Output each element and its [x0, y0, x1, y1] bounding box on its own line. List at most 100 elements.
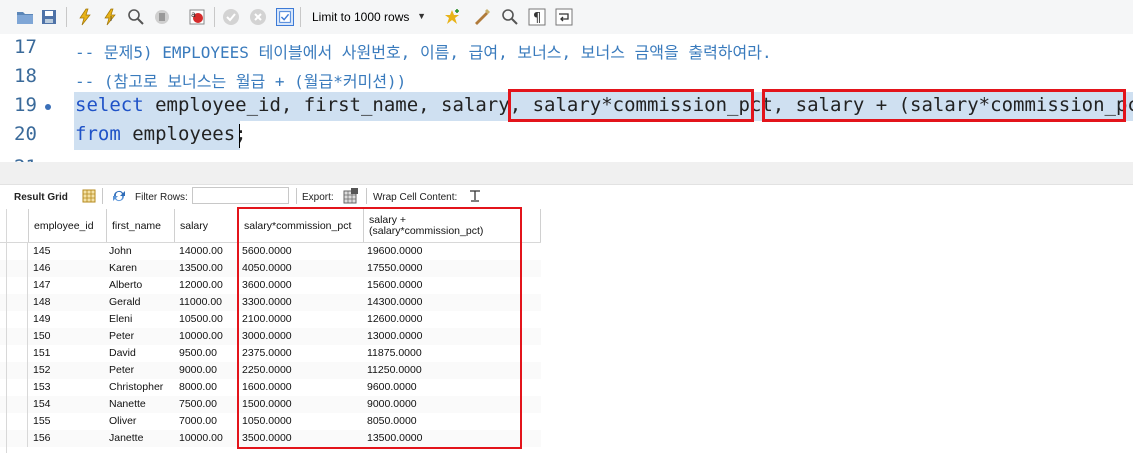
svg-text:¶: ¶	[533, 11, 541, 26]
table-cell[interactable]: 9500.00	[179, 347, 217, 359]
table-cell[interactable]: 145	[33, 245, 51, 257]
filter-rows-input[interactable]	[192, 187, 289, 204]
execute-current-icon[interactable]: I	[101, 8, 119, 26]
open-folder-icon[interactable]	[16, 8, 34, 26]
result-grid-tab[interactable]: Result Grid	[14, 192, 68, 203]
svg-text:I: I	[110, 15, 112, 23]
table-cell[interactable]: 148	[33, 296, 51, 308]
table-cell[interactable]: 14000.00	[179, 245, 223, 257]
limit-rows-label: Limit to 1000 rows	[312, 10, 410, 24]
statement-marker-icon[interactable]	[45, 104, 51, 110]
row-header[interactable]	[6, 413, 28, 430]
row-header[interactable]	[6, 294, 28, 311]
table-cell[interactable]: 155	[33, 415, 51, 427]
table-cell[interactable]: Peter	[109, 330, 134, 342]
column-header[interactable]: salary	[175, 209, 239, 242]
explain-icon[interactable]	[127, 8, 145, 26]
code-comment: -- (참고로 보너스는 월급 + (월급*커미션))	[75, 72, 407, 91]
table-cell[interactable]: 10000.00	[179, 330, 223, 342]
table-cell[interactable]: Eleni	[109, 313, 132, 325]
autocommit-icon[interactable]	[276, 8, 294, 26]
row-header[interactable]	[6, 379, 28, 396]
annotation-box	[237, 207, 522, 449]
execute-icon[interactable]	[76, 8, 94, 26]
row-header[interactable]	[6, 345, 28, 362]
filter-rows-label: Filter Rows:	[135, 192, 188, 203]
table-cell[interactable]: 8000.00	[179, 381, 217, 393]
table-cell[interactable]: 151	[33, 347, 51, 359]
table-cell[interactable]: Oliver	[109, 415, 136, 427]
panel-splitter[interactable]	[0, 162, 1133, 185]
beautify-icon[interactable]	[473, 8, 491, 26]
table-cell[interactable]: 150	[33, 330, 51, 342]
code-statement: from employees;	[75, 123, 247, 145]
save-icon[interactable]	[40, 8, 58, 26]
toggle-error-icon[interactable]: a	[188, 8, 206, 26]
export-label: Export:	[302, 192, 334, 203]
annotation-box	[508, 89, 754, 122]
table-cell[interactable]: 156	[33, 432, 51, 444]
table-cell[interactable]: 13500.00	[179, 262, 223, 274]
annotation-box	[762, 89, 1126, 122]
column-header[interactable]: first_name	[107, 209, 175, 242]
stop-icon[interactable]	[153, 8, 171, 26]
rollback-icon[interactable]	[249, 8, 267, 26]
grid-view-icon[interactable]	[82, 189, 96, 203]
table-cell[interactable]: 12000.00	[179, 279, 223, 291]
table-cell[interactable]: 149	[33, 313, 51, 325]
table-cell[interactable]: Nanette	[109, 398, 146, 410]
table-cell[interactable]: 147	[33, 279, 51, 291]
export-icon[interactable]	[343, 188, 359, 204]
commit-icon[interactable]	[222, 8, 240, 26]
row-header[interactable]	[6, 311, 28, 328]
table-cell[interactable]: Christopher	[109, 381, 163, 393]
row-header[interactable]	[6, 396, 28, 413]
table-cell[interactable]: David	[109, 347, 136, 359]
sql-keyword: select	[75, 94, 144, 116]
row-header[interactable]	[6, 362, 28, 379]
svg-text:a: a	[191, 10, 196, 19]
refresh-icon[interactable]	[111, 189, 127, 203]
code-comment: -- 문제5) EMPLOYEES 테이블에서 사원번호, 이름, 급여, 보너…	[75, 43, 772, 62]
row-header[interactable]	[6, 430, 28, 447]
table-cell[interactable]: 10000.00	[179, 432, 223, 444]
table-cell[interactable]: Janette	[109, 432, 143, 444]
grid-left-border	[6, 209, 7, 453]
table-cell[interactable]: 154	[33, 398, 51, 410]
table-cell[interactable]: Peter	[109, 364, 134, 376]
line-number: 19	[14, 94, 37, 116]
table-cell[interactable]: 146	[33, 262, 51, 274]
line-number: 18	[14, 65, 37, 87]
table-cell[interactable]: 7000.00	[179, 415, 217, 427]
table-cell[interactable]: 10500.00	[179, 313, 223, 325]
invisible-chars-icon[interactable]: ¶	[528, 8, 546, 26]
result-toolbar: Result Grid Filter Rows: Export: Wrap Ce…	[0, 185, 1133, 208]
result-grid: employee_id first_name salary salary*com…	[0, 209, 1133, 453]
column-header[interactable]: employee_id	[29, 209, 107, 242]
sql-editor[interactable]: 17 -- 문제5) EMPLOYEES 테이블에서 사원번호, 이름, 급여,…	[0, 34, 1133, 162]
row-header-corner	[6, 209, 29, 242]
table-cell[interactable]: John	[109, 245, 132, 257]
row-header[interactable]	[6, 243, 28, 260]
table-cell[interactable]: 9000.00	[179, 364, 217, 376]
limit-rows-select[interactable]: Limit to 1000 rows ▼	[305, 7, 432, 27]
row-header[interactable]	[6, 277, 28, 294]
table-cell[interactable]: 152	[33, 364, 51, 376]
table-cell[interactable]: Karen	[109, 262, 137, 274]
wrap-icon[interactable]	[555, 8, 573, 26]
chevron-down-icon: ▼	[417, 11, 426, 21]
table-cell[interactable]: 11000.00	[179, 296, 222, 308]
table-cell[interactable]: Gerald	[109, 296, 141, 308]
wrap-cell-icon[interactable]	[468, 189, 482, 203]
row-header[interactable]	[6, 260, 28, 277]
table-cell[interactable]: 7500.00	[179, 398, 217, 410]
add-snippet-icon[interactable]	[443, 8, 461, 26]
row-header[interactable]	[6, 328, 28, 345]
code-line: 18 -- (참고로 보너스는 월급 + (월급*커미션))	[0, 63, 1133, 92]
sql-keyword: from	[75, 123, 121, 145]
table-cell[interactable]: 153	[33, 381, 51, 393]
text-cursor	[239, 124, 240, 148]
table-cell[interactable]: Alberto	[109, 279, 142, 291]
find-icon[interactable]	[501, 8, 519, 26]
column-header-label: employee_id	[34, 220, 94, 232]
